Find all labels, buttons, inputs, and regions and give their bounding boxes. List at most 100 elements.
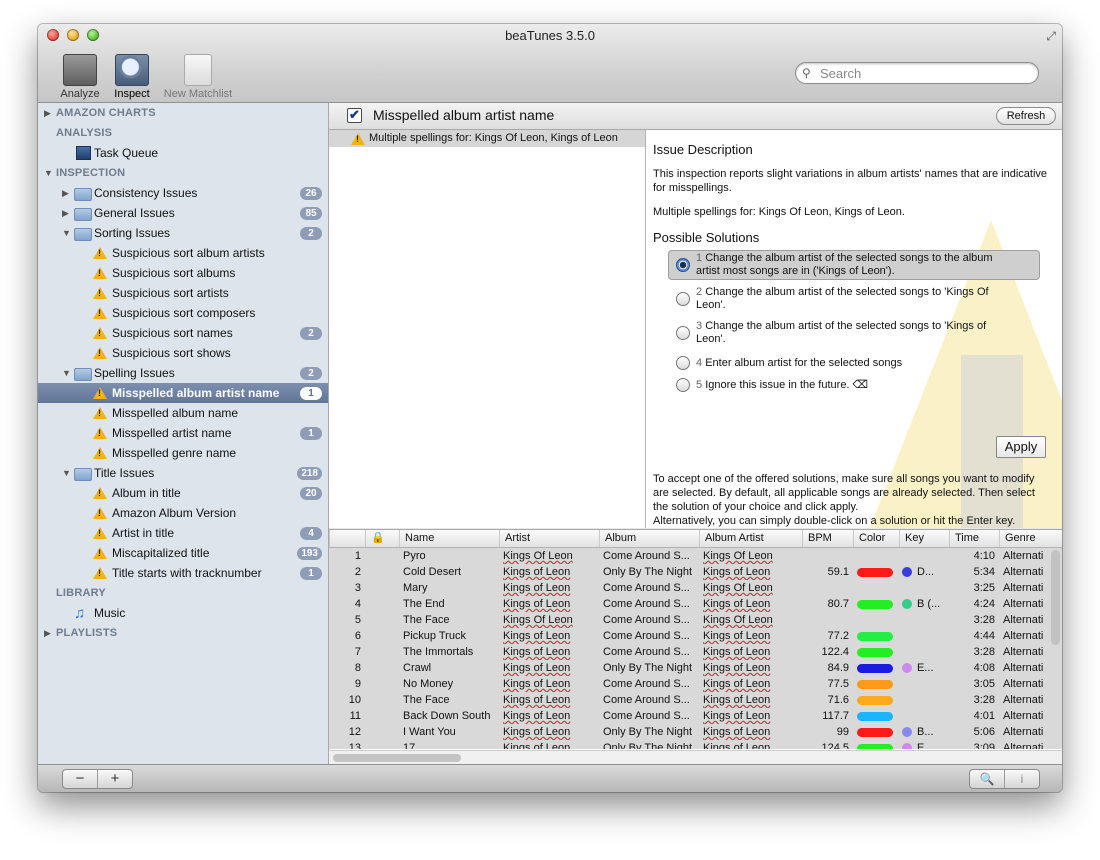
radio-button[interactable] <box>676 292 690 306</box>
cell-key <box>917 629 947 644</box>
sidebar-section-inspection[interactable]: ▼ INSPECTION <box>38 163 328 183</box>
disclosure-right-icon[interactable]: ▶ <box>44 623 51 643</box>
vertical-scrollbar[interactable] <box>1051 550 1060 645</box>
cell-name: No Money <box>403 678 454 690</box>
column-header-genre[interactable]: Genre <box>999 530 1062 547</box>
table-row[interactable]: 5 The Face Kings Of Leon Come Around S... Ki… <box>329 612 1062 628</box>
solution-option-3[interactable]: 3 Change the album artist of the selecte… <box>668 318 1040 348</box>
issue-list-item[interactable]: Multiple spellings for: Kings Of Leon, K… <box>329 130 645 147</box>
disclosure-down-icon[interactable]: ▼ <box>44 163 53 183</box>
column-header-name[interactable]: Name <box>399 530 499 547</box>
search-field[interactable]: ⚲ <box>795 62 1039 84</box>
column-header-color[interactable]: Color <box>853 530 899 547</box>
disclosure-right-icon[interactable]: ▶ <box>62 203 69 223</box>
table-row[interactable]: 11 Back Down South Kings of Leon Come Aroun… <box>329 708 1062 724</box>
sidebar-item-sorting-issues[interactable]: ▼ Sorting Issues 2 <box>38 223 328 243</box>
info-icon[interactable]: i <box>1004 770 1039 788</box>
sidebar-item-sort-composers[interactable]: Suspicious sort composers <box>38 303 328 323</box>
sidebar-item-music[interactable]: ♫ Music <box>38 603 328 623</box>
cell-artist: Kings of Leon <box>503 726 571 738</box>
sidebar-item-sort-album-artists[interactable]: Suspicious sort album artists <box>38 243 328 263</box>
cell-name: Crawl <box>403 662 432 674</box>
disclosure-down-icon[interactable]: ▼ <box>62 223 71 243</box>
sidebar-item-sort-artists[interactable]: Suspicious sort artists <box>38 283 328 303</box>
cell-artist: Kings of Leon <box>503 598 571 610</box>
sidebar-section-amazon-charts[interactable]: ▶ AMAZON CHARTS <box>38 103 328 123</box>
find-icon[interactable]: 🔍 <box>970 770 1004 788</box>
column-header-time[interactable]: Time <box>949 530 999 547</box>
sidebar-item-sort-names[interactable]: Suspicious sort names 2 <box>38 323 328 343</box>
inspect-button[interactable]: Inspect <box>108 54 156 100</box>
cell-bpm: 77.2 <box>827 630 849 642</box>
sidebar-section-playlists[interactable]: ▶ PLAYLISTS <box>38 623 328 643</box>
apply-button[interactable]: Apply <box>996 436 1046 458</box>
sidebar-item-amazon-album-version[interactable]: Amazon Album Version <box>38 503 328 523</box>
add-button[interactable]: + <box>97 770 132 788</box>
sidebar-item-sort-albums[interactable]: Suspicious sort albums <box>38 263 328 283</box>
table-row[interactable]: 6 Pickup Truck Kings of Leon Come Around S.… <box>329 628 1062 644</box>
sidebar-item-artist-in-title[interactable]: Artist in title 4 <box>38 523 328 543</box>
warning-icon <box>93 247 107 259</box>
new-matchlist-button[interactable]: New Matchlist <box>158 54 238 100</box>
sidebar-item-misspelled-album-name[interactable]: Misspelled album name <box>38 403 328 423</box>
sidebar-item-general-issues[interactable]: ▶ General Issues 85 <box>38 203 328 223</box>
column-header-key[interactable]: Key <box>899 530 949 547</box>
table-row[interactable]: 2 Cold Desert Kings of Leon Only By The Nig… <box>329 564 1062 580</box>
table-row[interactable]: 13 17 Kings of Leon Only By The Night Kings … <box>329 740 1062 749</box>
column-header-album[interactable]: Album <box>599 530 699 547</box>
search-input[interactable] <box>818 65 1032 82</box>
table-row[interactable]: 4 The End Kings of Leon Come Around S... Kin… <box>329 596 1062 612</box>
cell-bpm: 77.5 <box>827 678 849 690</box>
solution-option-2[interactable]: 2 Change the album artist of the selecte… <box>668 284 1040 314</box>
table-row[interactable]: 12 I Want You Kings of Leon Only By The Nig… <box>329 724 1062 740</box>
disclosure-right-icon[interactable]: ▶ <box>62 183 69 203</box>
sidebar-item-task-queue[interactable]: Task Queue <box>38 143 328 163</box>
sidebar-item-title-starts-with-tracknumber[interactable]: Title starts with tracknumber 1 <box>38 563 328 583</box>
refresh-button[interactable]: Refresh <box>996 107 1056 125</box>
column-header-artist[interactable]: Artist <box>499 530 599 547</box>
horizontal-scrollbar[interactable] <box>333 754 461 762</box>
column-header-album-artist[interactable]: Album Artist <box>699 530 802 547</box>
sidebar-item-album-in-title[interactable]: Album in title 20 <box>38 483 328 503</box>
remove-button[interactable]: − <box>63 770 97 788</box>
disclosure-down-icon[interactable]: ▼ <box>62 463 71 483</box>
sidebar-item-sort-shows[interactable]: Suspicious sort shows <box>38 343 328 363</box>
table-row[interactable]: 3 Mary Kings of Leon Come Around S... Kings … <box>329 580 1062 596</box>
radio-button[interactable] <box>676 258 690 272</box>
sidebar-item-misspelled-artist-name[interactable]: Misspelled artist name 1 <box>38 423 328 443</box>
cell-name: Cold Desert <box>403 566 462 578</box>
disclosure-down-icon[interactable]: ▼ <box>62 363 71 383</box>
table-row[interactable]: 1 Pyro Kings Of Leon Come Around S... Kings … <box>329 548 1062 564</box>
folder-icon <box>74 208 92 221</box>
table-row[interactable]: 8 Crawl Kings of Leon Only By The Night King… <box>329 660 1062 676</box>
sidebar-item-spelling-issues[interactable]: ▼ Spelling Issues 2 <box>38 363 328 383</box>
cell-time: 3:25 <box>973 582 995 594</box>
cell-key <box>917 613 947 628</box>
issue-list: Multiple spellings for: Kings Of Leon, K… <box>329 130 646 528</box>
radio-button[interactable] <box>676 356 690 370</box>
analyze-button[interactable]: Analyze <box>56 54 104 100</box>
table-row[interactable]: 7 The Immortals Kings of Leon Come Around S… <box>329 644 1062 660</box>
column-header-lock[interactable]: 🔒 <box>365 530 399 547</box>
radio-button[interactable] <box>676 326 690 340</box>
cell-artist: Kings of Leon <box>503 662 571 674</box>
column-header-index[interactable] <box>329 530 365 547</box>
sidebar-item-miscapitalized-title[interactable]: Miscapitalized title 193 <box>38 543 328 563</box>
disclosure-right-icon[interactable]: ▶ <box>44 103 51 123</box>
solution-option-4[interactable]: 4 Enter album artist for the selected so… <box>668 352 1040 374</box>
sidebar-item-misspelled-genre-name[interactable]: Misspelled genre name <box>38 443 328 463</box>
column-header-bpm[interactable]: BPM <box>802 530 853 547</box>
table-row[interactable]: 9 No Money Kings of Leon Come Around S... Ki… <box>329 676 1062 692</box>
fullscreen-icon[interactable]: ⤢ <box>1046 29 1056 44</box>
solution-option-5[interactable]: 5 Ignore this issue in the future. ⌫ <box>668 374 1040 396</box>
cell-time: 4:01 <box>973 710 995 722</box>
sidebar-item-misspelled-album-artist-name[interactable]: Misspelled album artist name 1 <box>38 383 328 403</box>
solution-option-1[interactable]: 1 Change the album artist of the selecte… <box>668 250 1040 280</box>
sidebar-item-consistency-issues[interactable]: ▶ Consistency Issues 26 <box>38 183 328 203</box>
table-row[interactable]: 10 The Face Kings of Leon Come Around S... K… <box>329 692 1062 708</box>
cell-artist: Kings Of Leon <box>503 614 573 626</box>
table-body: 1 Pyro Kings Of Leon Come Around S... Kings … <box>329 548 1062 749</box>
issue-enabled-checkbox[interactable]: ✔ <box>347 108 362 123</box>
sidebar-item-title-issues[interactable]: ▼ Title Issues 218 <box>38 463 328 483</box>
radio-button[interactable] <box>676 378 690 392</box>
